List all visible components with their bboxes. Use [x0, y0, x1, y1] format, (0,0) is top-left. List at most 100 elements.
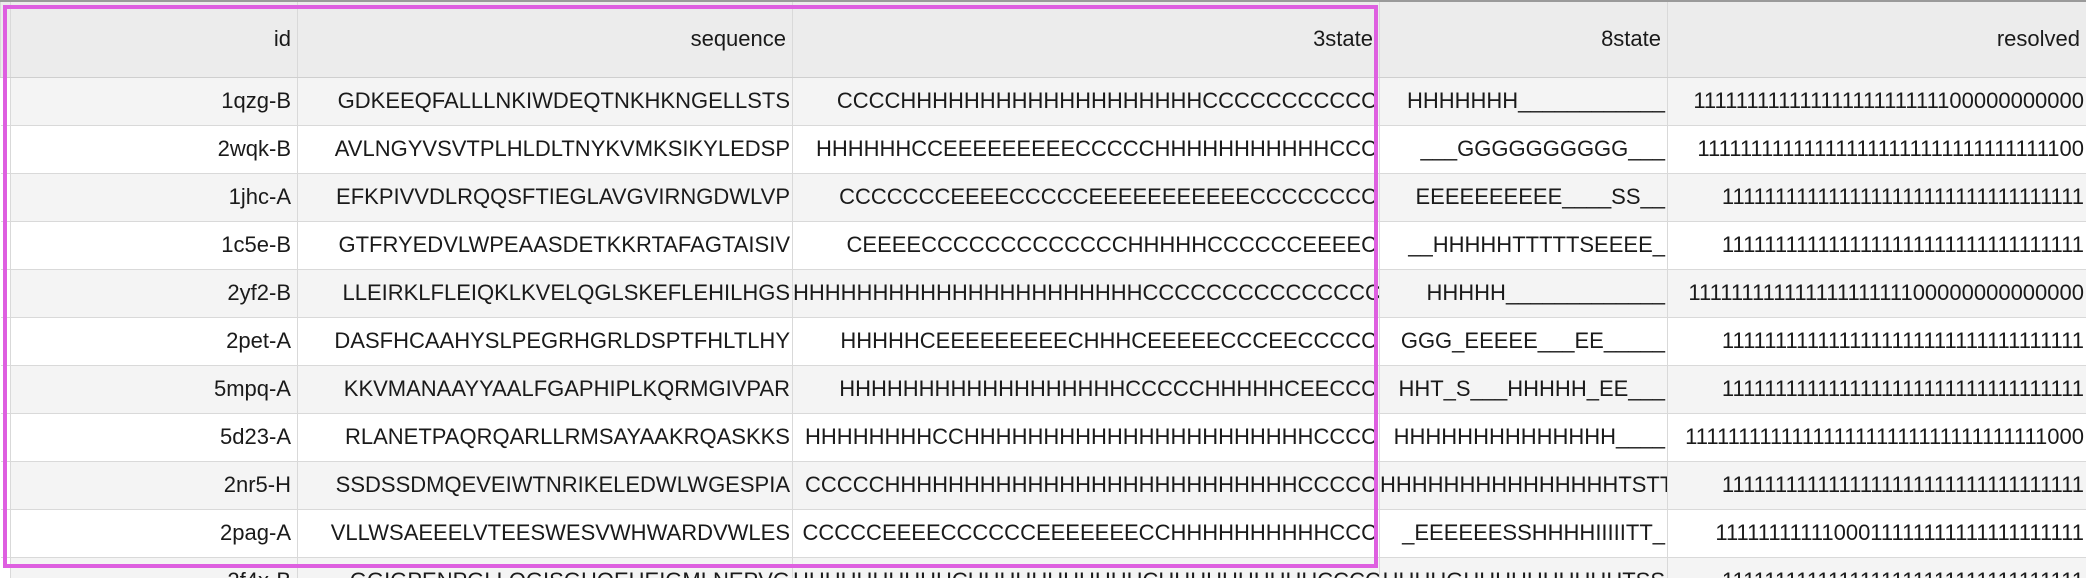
cell-id[interactable]: 2pag-A — [10, 508, 298, 558]
cell-8state[interactable]: _EEEEEESSHHHHIIIIITT_ — [1379, 508, 1668, 558]
cell-3state[interactable]: HHHHHHHHHHHHHHHHHHHHHHCCCCCCCCCCCCCCC — [792, 268, 1380, 318]
cell-8state-text: HHHHHHHHHHHHHHHTSTT_ — [1380, 472, 1668, 497]
row-index-cell[interactable] — [0, 76, 11, 126]
index-column-header[interactable] — [0, 0, 11, 78]
cell-3state[interactable]: CEEEECCCCCCCCCCCCCHHHHHCCCCCCEEEEC — [792, 220, 1380, 270]
column-header-8state[interactable]: 8state — [1379, 0, 1668, 78]
cell-sequence[interactable]: GTFRYEDVLWPEAASDETKKRTAFAGTAISIV — [297, 220, 793, 270]
cell-resolved-text: 111111111111111111111111111111111100 — [1697, 136, 2084, 161]
row-index-cell[interactable] — [0, 556, 11, 578]
cell-id[interactable]: 2yf2-B — [10, 268, 298, 318]
cell-3state[interactable]: CCCCCEEEECCCCCCEEEEEEECCHHHHHHHHHHCCC — [792, 508, 1380, 558]
cell-8state[interactable]: HHHHGHHHHHHHHHHTSS — [1379, 556, 1668, 578]
cell-resolved[interactable]: 11111111111111111111111100000000000 — [1667, 76, 2086, 126]
cell-3state[interactable]: CCCCCHHHHHHHHHHHHHHHHHHHHHHHHHHCCCCC — [792, 460, 1380, 510]
cell-id[interactable]: 1jhc-A — [10, 172, 298, 222]
cell-id[interactable]: 2wqk-B — [10, 124, 298, 174]
cell-id-text: 1qzg-B — [221, 88, 291, 113]
column-header-resolved[interactable]: resolved — [1667, 0, 2086, 78]
cell-sequence[interactable]: LLEIRKLFLEIQKLKVELQGLSKEFLEHILHGS — [297, 268, 793, 318]
cell-3state-text: CCCCHHHHHHHHHHHHHHHHHHHCCCCCCCCCCC — [836, 88, 1377, 113]
cell-id[interactable]: 1qzg-B — [10, 76, 298, 126]
cell-resolved[interactable]: 1111111111100011111111111111111111 — [1667, 508, 2086, 558]
cell-3state[interactable]: HHHHHCEEEEEEEEECHHHCEEEEECCCEECCCCC — [792, 316, 1380, 366]
cell-sequence[interactable]: AVLNGYVSVTPLHLDLTNYKVMKSIKYLEDSP — [297, 124, 793, 174]
row-index-cell[interactable] — [0, 460, 11, 510]
cell-id-text: 2f4x-B — [227, 568, 291, 578]
table-row[interactable]: 1qzg-B GDKEEQFALLLNKIWDEQTNKHKNGELLSTS CCC… — [0, 76, 2086, 126]
column-header-sequence[interactable]: sequence — [297, 0, 793, 78]
cell-id[interactable]: 1c5e-B — [10, 220, 298, 270]
cell-resolved-text: 11111111111111111111100000000000000 — [1688, 280, 2084, 305]
cell-8state-text: _EEEEEESSHHHHIIIIITT_ — [1402, 520, 1665, 545]
row-index-cell[interactable] — [0, 268, 11, 318]
table-row[interactable]: 2pet-A DASFHCAAHYSLPEGRHGRLDSPTFHLTLHY HHH… — [0, 316, 2086, 366]
row-index-cell[interactable] — [0, 124, 11, 174]
cell-resolved[interactable]: 1111111111111111111111111111111111000 — [1667, 412, 2086, 462]
cell-3state[interactable]: HHHHHHHHCCHHHHHHHHHHHHHHHHHHHHHHCCCC — [792, 412, 1380, 462]
cell-sequence-text: GTFRYEDVLWPEAASDETKKRTAFAGTAISIV — [338, 232, 790, 257]
column-header-id[interactable]: id — [10, 0, 298, 78]
cell-sequence[interactable]: GDKEEQFALLLNKIWDEQTNKHKNGELLSTS — [297, 76, 793, 126]
cell-3state[interactable]: HHHHHHHHHHCHHHHHHHHHHHCHHHHHHHHHHCCCCC — [792, 556, 1380, 578]
cell-sequence[interactable]: KKVMANAAYYAALFGAPHIPLKQRMGIVPAR — [297, 364, 793, 414]
table-row[interactable]: 1jhc-A EFKPIVVDLRQQSFTIEGLAVGVIRNGDWLVP CC… — [0, 172, 2086, 222]
cell-sequence[interactable]: DASFHCAAHYSLPEGRHGRLDSPTFHLTLHY — [297, 316, 793, 366]
cell-8state-text: HHT_S___HHHHH_EE___ — [1398, 376, 1665, 401]
cell-8state[interactable]: GGG_EEEEE___EE_____ — [1379, 316, 1668, 366]
cell-8state[interactable]: __HHHHHTTTTTSEEEE_ — [1379, 220, 1668, 270]
row-index-cell[interactable] — [0, 508, 11, 558]
cell-sequence[interactable]: SSDSSDMQEVEIWTNRIKELEDWLWGESPIA — [297, 460, 793, 510]
data-grid[interactable]: id sequence 3state 8state resolved 1qzg-… — [0, 0, 2086, 578]
cell-resolved[interactable]: 1111111111111111111111111111111111 — [1667, 364, 2086, 414]
table-row[interactable]: 1c5e-B GTFRYEDVLWPEAASDETKKRTAFAGTAISIV CE… — [0, 220, 2086, 270]
cell-resolved[interactable]: 1111111111111111111111111111111111 — [1667, 172, 2086, 222]
cell-resolved[interactable]: 111111111111111111111111111111111100 — [1667, 124, 2086, 174]
cell-3state-text: HHHHHHHHHHHHHHHHHHHHHHCCCCCCCCCCCCCCC — [793, 280, 1380, 305]
column-header-3state[interactable]: 3state — [792, 0, 1380, 78]
cell-8state[interactable]: HHT_S___HHHHH_EE___ — [1379, 364, 1668, 414]
cell-id-text: 1c5e-B — [221, 232, 291, 257]
cell-8state[interactable]: HHHHHHHHHHHHHHHTSTT_ — [1379, 460, 1668, 510]
cell-id[interactable]: 5d23-A — [10, 412, 298, 462]
row-index-cell[interactable] — [0, 172, 11, 222]
cell-8state[interactable]: EEEEEEEEEE____SS__ — [1379, 172, 1668, 222]
cell-8state[interactable]: HHHHH_____________ — [1379, 268, 1668, 318]
cell-resolved[interactable]: 1111111111111111111111111111111111 — [1667, 556, 2086, 578]
cell-id[interactable]: 2pet-A — [10, 316, 298, 366]
table-row[interactable]: 2f4x-B GGIGPENPGLLQGISGHQEHEIGMLNEPVG HHHH… — [0, 556, 2086, 578]
cell-resolved[interactable]: 1111111111111111111111111111111111 — [1667, 316, 2086, 366]
cell-id-text: 2yf2-B — [227, 280, 291, 305]
cell-resolved[interactable]: 1111111111111111111111111111111111 — [1667, 220, 2086, 270]
cell-3state[interactable]: HHHHHHHHHHHHHHHHHHCCCCCHHHHHCEECCC — [792, 364, 1380, 414]
cell-resolved[interactable]: 11111111111111111111100000000000000 — [1667, 268, 2086, 318]
cell-sequence[interactable]: VLLWSAEEELVTEESWESVWHWARDVWLES — [297, 508, 793, 558]
cell-8state[interactable]: ___GGGGGGGGGG___ — [1379, 124, 1668, 174]
table-row[interactable]: 2yf2-B LLEIRKLFLEIQKLKVELQGLSKEFLEHILHGS H… — [0, 268, 2086, 318]
row-index-cell[interactable] — [0, 220, 11, 270]
row-index-cell[interactable] — [0, 364, 11, 414]
cell-8state[interactable]: HHHHHHH____________ — [1379, 76, 1668, 126]
cell-sequence[interactable]: EFKPIVVDLRQQSFTIEGLAVGVIRNGDWLVP — [297, 172, 793, 222]
table-row[interactable]: 2nr5-H SSDSSDMQEVEIWTNRIKELEDWLWGESPIA CCC… — [0, 460, 2086, 510]
cell-sequence-text: AVLNGYVSVTPLHLDLTNYKVMKSIKYLEDSP — [334, 136, 790, 161]
cell-8state[interactable]: HHHHHHHHHHHHHH____ — [1379, 412, 1668, 462]
cell-sequence[interactable]: RLANETPAQRQARLLRMSAYAAKRQASKKS — [297, 412, 793, 462]
cell-id[interactable]: 2nr5-H — [10, 460, 298, 510]
cell-sequence[interactable]: GGIGPENPGLLQGISGHQEHEIGMLNEPVG — [297, 556, 793, 578]
table-row[interactable]: 5mpq-A KKVMANAAYYAALFGAPHIPLKQRMGIVPAR HHH… — [0, 364, 2086, 414]
table-row[interactable]: 2pag-A VLLWSAEEELVTEESWESVWHWARDVWLES CCCC… — [0, 508, 2086, 558]
cell-id-text: 2nr5-H — [223, 472, 291, 497]
cell-sequence-text: VLLWSAEEELVTEESWESVWHWARDVWLES — [330, 520, 790, 545]
row-index-cell[interactable] — [0, 316, 11, 366]
cell-id[interactable]: 5mpq-A — [10, 364, 298, 414]
cell-3state[interactable]: CCCCCCCEEEECCCCCEEEEEEEEEEECCCCCCCC — [792, 172, 1380, 222]
cell-resolved[interactable]: 1111111111111111111111111111111111 — [1667, 460, 2086, 510]
table-row[interactable]: 5d23-A RLANETPAQRQARLLRMSAYAAKRQASKKS HHHH… — [0, 412, 2086, 462]
row-index-cell[interactable] — [0, 412, 11, 462]
table-row[interactable]: 2wqk-B AVLNGYVSVTPLHLDLTNYKVMKSIKYLEDSP HH… — [0, 124, 2086, 174]
cell-3state[interactable]: HHHHHHCCEEEEEEEEECCCCCHHHHHHHHHHHCCC — [792, 124, 1380, 174]
cell-id[interactable]: 2f4x-B — [10, 556, 298, 578]
cell-3state[interactable]: CCCCHHHHHHHHHHHHHHHHHHHCCCCCCCCCCC — [792, 76, 1380, 126]
cell-resolved-text: 1111111111111111111111111111111111 — [1722, 568, 2084, 578]
